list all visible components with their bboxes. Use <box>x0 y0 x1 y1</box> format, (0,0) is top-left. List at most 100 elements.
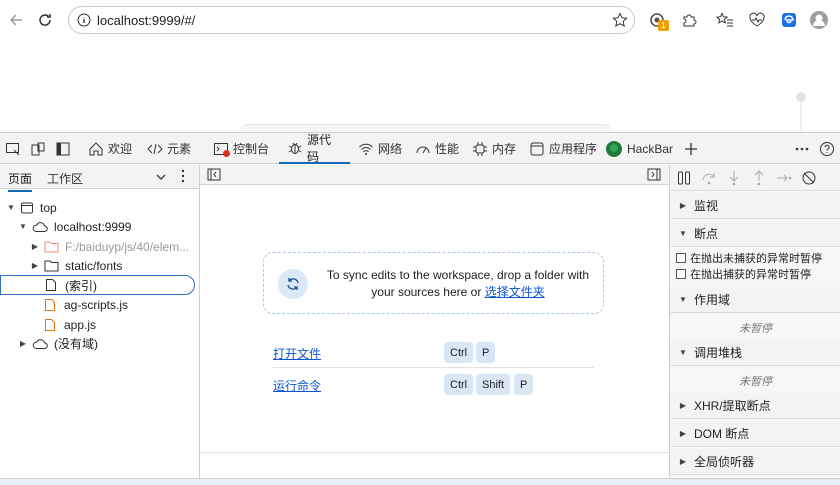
inspect-icon <box>6 142 20 155</box>
tree-item-ag-scripts[interactable]: ag-scripts.js <box>44 295 128 314</box>
tab-hackbar[interactable]: HackBar <box>605 133 673 164</box>
section-global-listeners[interactable]: ▶ 全局侦听器 <box>670 449 840 475</box>
tab-performance[interactable]: 性能 <box>415 133 459 164</box>
expand-triangle-icon: ▼ <box>679 295 687 304</box>
pause-icon[interactable] <box>676 170 692 186</box>
tab-memory[interactable]: 内存 <box>472 133 516 164</box>
collapse-triangle-icon[interactable]: ▶ <box>30 242 40 251</box>
pause-uncaught-label: 在抛出未捕获的异常时暂停 <box>690 253 822 265</box>
tab-network[interactable]: 网络 <box>358 133 402 164</box>
tab-sources-label: 源代码 <box>307 132 332 164</box>
section-dom-breakpoints[interactable]: ▶ DOM 断点 <box>670 421 840 447</box>
step-into-icon[interactable] <box>726 170 742 186</box>
favorites-icon[interactable] <box>714 9 736 31</box>
heart-pulse-icon[interactable] <box>746 9 768 31</box>
tab-application[interactable]: 应用程序 <box>529 133 597 164</box>
home-icon <box>89 141 103 155</box>
add-tab-button[interactable] <box>684 133 698 164</box>
sync-text-line2: your sources here or <box>371 285 482 299</box>
checkbox[interactable] <box>676 253 686 263</box>
step-icon[interactable] <box>776 170 792 186</box>
run-command-link[interactable]: 运行命令 <box>273 377 321 394</box>
checkbox[interactable] <box>676 269 686 279</box>
code-icon <box>147 143 163 154</box>
folder-icon <box>44 260 59 272</box>
device-emulation-button[interactable] <box>30 133 46 164</box>
navigator-tabbar: 页面 工作区 <box>0 165 199 192</box>
js-file-icon <box>45 298 55 311</box>
sync-icon <box>278 269 308 299</box>
section-xhr-breakpoints[interactable]: ▶ XHR/提取断点 <box>670 393 840 419</box>
address-bar[interactable]: localhost:9999/#/ <box>68 6 635 34</box>
hackbar-logo-icon <box>606 140 622 157</box>
toggle-navigator-icon[interactable] <box>207 168 221 181</box>
open-file-link[interactable]: 打开文件 <box>273 345 321 362</box>
collapse-triangle-icon[interactable]: ▶ <box>30 261 40 270</box>
expand-triangle-icon[interactable]: ▼ <box>6 203 16 212</box>
extension-shield-icon[interactable]: 1 <box>646 9 669 31</box>
tree-item-folder-local[interactable]: ▶ F:/baiduyp/js/40/elem... <box>30 237 189 256</box>
expand-triangle-icon: ▼ <box>679 348 687 357</box>
step-over-icon[interactable] <box>701 170 717 186</box>
kbd-ctrl: Ctrl <box>444 374 474 395</box>
section-callstack[interactable]: ▼ 调用堆栈 <box>670 340 840 366</box>
debugger-sidebar: ▶ 监视 ▼ 断点 在抛出未捕获的异常时暂停 在抛出捕获的异常时暂停 ▼ 作用域… <box>669 165 840 485</box>
tab-hackbar-label: HackBar <box>627 141 674 156</box>
tab-welcome[interactable]: 欢迎 <box>88 133 132 164</box>
tree-item-host[interactable]: ▼ localhost:9999 <box>18 217 131 236</box>
pause-caught-label: 在抛出捕获的异常时暂停 <box>690 269 811 281</box>
deactivate-breakpoints-icon[interactable] <box>801 170 817 186</box>
step-out-icon[interactable] <box>751 170 767 186</box>
more-options-button[interactable] <box>795 133 809 164</box>
collapse-triangle-icon[interactable]: ▶ <box>18 339 28 348</box>
tab-sources[interactable]: 源代码 <box>279 133 350 164</box>
tab-elements-label: 元素 <box>167 142 192 156</box>
star-icon[interactable] <box>612 12 628 28</box>
kbd-p: P <box>514 374 534 395</box>
section-watch-label: 监视 <box>694 199 719 213</box>
chevron-down-icon[interactable] <box>155 171 167 183</box>
tab-page[interactable]: 页面 <box>8 170 33 192</box>
expand-triangle-icon[interactable]: ▼ <box>18 222 28 231</box>
pause-uncaught-option[interactable]: 在抛出未捕获的异常时暂停 <box>676 250 822 266</box>
tree-item-static-fonts[interactable]: ▶ static/fonts <box>30 256 122 275</box>
tab-network-label: 网络 <box>378 142 403 156</box>
back-button[interactable] <box>4 8 28 32</box>
select-folder-link[interactable]: 选择文件夹 <box>485 285 545 299</box>
scope-status: 未暂停 <box>739 323 772 335</box>
tree-item-index-selected[interactable]: (索引) <box>0 275 195 295</box>
toggle-debugger-icon[interactable] <box>647 168 661 181</box>
workspace-drop-zone[interactable]: To sync edits to the workspace, drop a f… <box>263 252 604 314</box>
tab-application-label: 应用程序 <box>549 142 598 156</box>
tab-workspace[interactable]: 工作区 <box>47 170 83 187</box>
puzzle-icon[interactable] <box>678 9 700 31</box>
section-breakpoints[interactable]: ▼ 断点 <box>670 221 840 247</box>
tree-item-app-js[interactable]: app.js <box>44 315 96 334</box>
help-button[interactable] <box>819 133 835 164</box>
frame-window-icon <box>21 202 33 213</box>
cloud-icon <box>32 338 48 349</box>
tree-label-top: top <box>40 200 57 215</box>
section-xhr-label: XHR/提取断点 <box>694 399 771 413</box>
section-scope[interactable]: ▼ 作用域 <box>670 287 840 313</box>
tab-console[interactable]: 控制台 <box>213 133 269 164</box>
reload-button[interactable] <box>33 8 57 32</box>
folder-outline-icon <box>44 241 59 253</box>
tab-elements[interactable]: 元素 <box>147 133 191 164</box>
profile-avatar-icon[interactable] <box>808 9 830 31</box>
pause-caught-option[interactable]: 在抛出捕获的异常时暂停 <box>676 266 811 282</box>
section-watch[interactable]: ▶ 监视 <box>670 193 840 219</box>
tree-label-host: localhost:9999 <box>54 219 132 234</box>
tree-item-no-domain[interactable]: ▶ (没有域) <box>18 334 98 353</box>
editor-tabbar <box>200 165 669 185</box>
more-vertical-icon[interactable] <box>180 169 186 183</box>
inspect-element-button[interactable] <box>5 133 21 164</box>
dock-side-button[interactable] <box>55 133 71 164</box>
sync-text-line1: To sync edits to the workspace, drop a f… <box>326 268 590 282</box>
plus-icon <box>685 142 697 155</box>
edge-copilot-icon[interactable] <box>778 9 800 31</box>
panel-icon <box>56 142 70 155</box>
sync-instructions: To sync edits to the workspace, drop a f… <box>320 267 596 301</box>
info-icon <box>77 13 91 27</box>
tree-item-top[interactable]: ▼ top <box>6 198 57 217</box>
